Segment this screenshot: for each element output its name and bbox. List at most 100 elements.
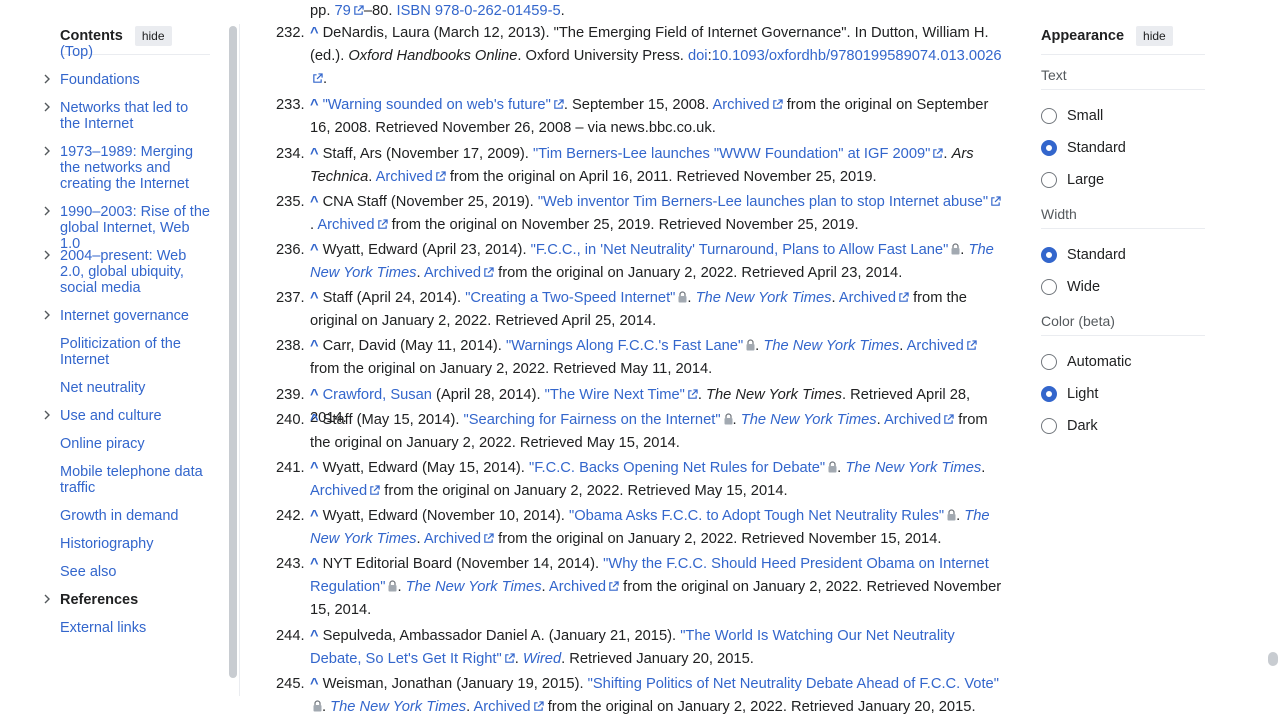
reference-link[interactable]: "F.C.C. Backs Opening Net Rules for Deba… (529, 460, 825, 476)
reference-link[interactable]: The New York Times (763, 338, 899, 354)
backlink-caret[interactable]: ^ (310, 460, 319, 476)
reference-link[interactable]: Archived (317, 217, 374, 233)
chevron-right-icon[interactable] (42, 247, 52, 263)
toc-hide-button[interactable]: hide (134, 26, 172, 46)
radio-button[interactable] (1041, 172, 1057, 188)
reference-link[interactable]: "The Wire Next Time" (545, 387, 685, 403)
backlink-caret[interactable]: ^ (310, 290, 319, 306)
reference-link[interactable]: The New York Times (696, 290, 832, 306)
toc-item[interactable]: Politicization of the Internet (60, 336, 210, 368)
reference-link[interactable]: Archived (424, 265, 481, 281)
toc-item[interactable]: (Top) (60, 44, 210, 60)
reference-item: 241. ^ Wyatt, Edward (May 15, 2014). "F.C.… (276, 457, 1002, 503)
backlink-caret[interactable]: ^ (310, 25, 319, 41)
reference-link[interactable]: "Creating a Two-Speed Internet" (465, 290, 675, 306)
toc-item[interactable]: 1990–2003: Rise of the global Internet, … (44, 204, 210, 252)
radio-button[interactable] (1041, 386, 1057, 402)
reference-link[interactable]: "F.C.C., in 'Net Neutrality' Turnaround,… (531, 242, 949, 258)
radio-button[interactable] (1041, 140, 1057, 156)
chevron-right-icon[interactable] (42, 143, 52, 159)
reference-text: . (322, 699, 331, 715)
toc-item[interactable]: Historiography (60, 536, 210, 552)
reference-link[interactable]: The New York Times (845, 460, 981, 476)
reference-link[interactable]: The New York Times (330, 699, 466, 715)
toc-scrollbar[interactable] (229, 26, 237, 678)
radio-button[interactable] (1041, 418, 1057, 434)
reference-link[interactable]: "Shifting Politics of Net Neutrality Deb… (588, 676, 999, 692)
chevron-right-icon[interactable] (42, 307, 52, 323)
backlink-caret[interactable]: ^ (310, 242, 319, 258)
radio-button[interactable] (1041, 247, 1057, 263)
reference-link[interactable]: doi (688, 48, 708, 64)
reference-link[interactable]: Archived (712, 97, 769, 113)
toc-item[interactable]: Use and culture (44, 408, 210, 424)
backlink-caret[interactable]: ^ (310, 338, 319, 354)
reference-link[interactable]: The New York Times (741, 412, 877, 428)
radio-option[interactable]: Large (1041, 164, 1205, 196)
reference-link[interactable]: "Warnings Along F.C.C.'s Fast Lane" (506, 338, 743, 354)
backlink-caret[interactable]: ^ (310, 387, 319, 403)
reference-link[interactable]: 10.1093/oxfordhb/9780199589074.013.0026 (712, 48, 1002, 64)
toc-item[interactable]: Networks that led to the Internet (44, 100, 210, 132)
reference-link[interactable]: "Obama Asks F.C.C. to Adopt Tough Net Ne… (569, 508, 944, 524)
toc-item[interactable]: Online piracy (60, 436, 210, 452)
backlink-caret[interactable]: ^ (310, 556, 319, 572)
backlink-caret[interactable]: ^ (310, 146, 319, 162)
reference-link[interactable]: Archived (884, 412, 941, 428)
radio-button[interactable] (1041, 108, 1057, 124)
radio-option[interactable]: Dark (1041, 410, 1205, 442)
reference-link[interactable]: Archived (473, 699, 530, 715)
chevron-right-icon[interactable] (42, 407, 52, 423)
reference-link[interactable]: "Warning sounded on web's future" (323, 97, 551, 113)
toc-item[interactable]: Internet governance (44, 308, 210, 324)
external-link-icon (312, 69, 323, 83)
radio-button[interactable] (1041, 279, 1057, 295)
chevron-right-icon[interactable] (42, 99, 52, 115)
reference-link[interactable]: Archived (549, 579, 606, 595)
reference-link[interactable]: "Tim Berners-Lee launches "WWW Foundatio… (533, 146, 930, 162)
backlink-caret[interactable]: ^ (310, 194, 319, 210)
toc-item[interactable]: 2004–present: Web 2.0, global ubiquity, … (44, 248, 210, 296)
reference-link[interactable]: Archived (424, 531, 481, 547)
toc-item[interactable]: Foundations (44, 72, 210, 88)
backlink-caret[interactable]: ^ (310, 628, 319, 644)
reference-link[interactable]: Archived (839, 290, 896, 306)
chevron-right-icon[interactable] (42, 591, 52, 607)
backlink-caret[interactable]: ^ (310, 412, 319, 428)
toc-item[interactable]: References (44, 592, 210, 608)
reference-link[interactable]: Archived (907, 338, 964, 354)
chevron-right-icon[interactable] (42, 203, 52, 219)
reference-link[interactable]: Wired (523, 651, 561, 667)
toc-item[interactable]: Growth in demand (60, 508, 210, 524)
reference-link[interactable]: Archived (310, 483, 367, 499)
chevron-right-icon[interactable] (42, 71, 52, 87)
radio-option[interactable]: Light (1041, 378, 1205, 410)
isbn-link[interactable]: ISBN 978-0-262-01459-5 (397, 3, 561, 19)
reference-link[interactable]: "Searching for Fairness on the Internet" (464, 412, 721, 428)
reference-text: Wyatt, Edward (November 10, 2014). (322, 508, 569, 524)
radio-option[interactable]: Standard (1041, 239, 1205, 271)
reference-link[interactable]: "Web inventor Tim Berners-Lee launches p… (538, 194, 988, 210)
page-prefix: pp. (310, 3, 335, 19)
radio-option[interactable]: Wide (1041, 271, 1205, 303)
appearance-hide-button[interactable]: hide (1136, 26, 1173, 46)
toc-item[interactable]: See also (60, 564, 210, 580)
reference-item: 244. ^ Sepulveda, Ambassador Daniel A. (Ja… (276, 625, 1002, 671)
toc-item[interactable]: Mobile telephone data traffic (60, 464, 210, 496)
backlink-caret[interactable]: ^ (310, 508, 319, 524)
toc-item[interactable]: 1973–1989: Merging the networks and crea… (44, 144, 210, 192)
page-link[interactable]: 79 (335, 3, 351, 19)
backlink-caret[interactable]: ^ (310, 676, 319, 692)
toc-item[interactable]: Net neutrality (60, 380, 210, 396)
backlink-caret[interactable]: ^ (310, 97, 319, 113)
reference-link[interactable]: The New York Times (406, 579, 542, 595)
reference-link[interactable]: Archived (376, 169, 433, 185)
radio-option[interactable]: Small (1041, 100, 1205, 132)
toc-item[interactable]: External links (60, 620, 210, 636)
radio-button[interactable] (1041, 354, 1057, 370)
radio-option[interactable]: Automatic (1041, 346, 1205, 378)
radio-option[interactable]: Standard (1041, 132, 1205, 164)
page-scrollbar[interactable] (1268, 652, 1278, 666)
external-link-icon (932, 144, 944, 158)
reference-link[interactable]: Crawford, Susan (323, 387, 432, 403)
